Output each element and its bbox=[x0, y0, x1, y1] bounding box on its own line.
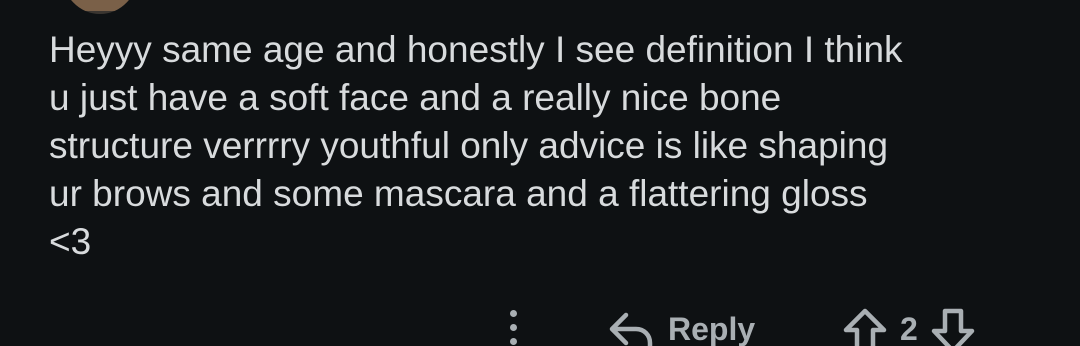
reply-label: Reply bbox=[668, 311, 756, 346]
reply-arrow-icon bbox=[606, 309, 654, 346]
vote-controls: 2 bbox=[842, 304, 976, 346]
comment-actions-bar: Reply 2 bbox=[0, 300, 1080, 346]
more-vertical-icon bbox=[509, 310, 517, 317]
more-vertical-icon-dot bbox=[509, 324, 517, 331]
upvote-arrow-icon[interactable] bbox=[842, 307, 888, 346]
more-options-button[interactable] bbox=[500, 310, 526, 346]
avatar[interactable] bbox=[62, 0, 138, 14]
downvote-arrow-icon[interactable] bbox=[930, 307, 976, 346]
comment-body: Heyyy same age and honestly I see defini… bbox=[49, 29, 903, 262]
more-vertical-icon-dot bbox=[509, 338, 517, 345]
vote-score: 2 bbox=[900, 311, 918, 346]
reply-button[interactable]: Reply bbox=[606, 304, 755, 346]
